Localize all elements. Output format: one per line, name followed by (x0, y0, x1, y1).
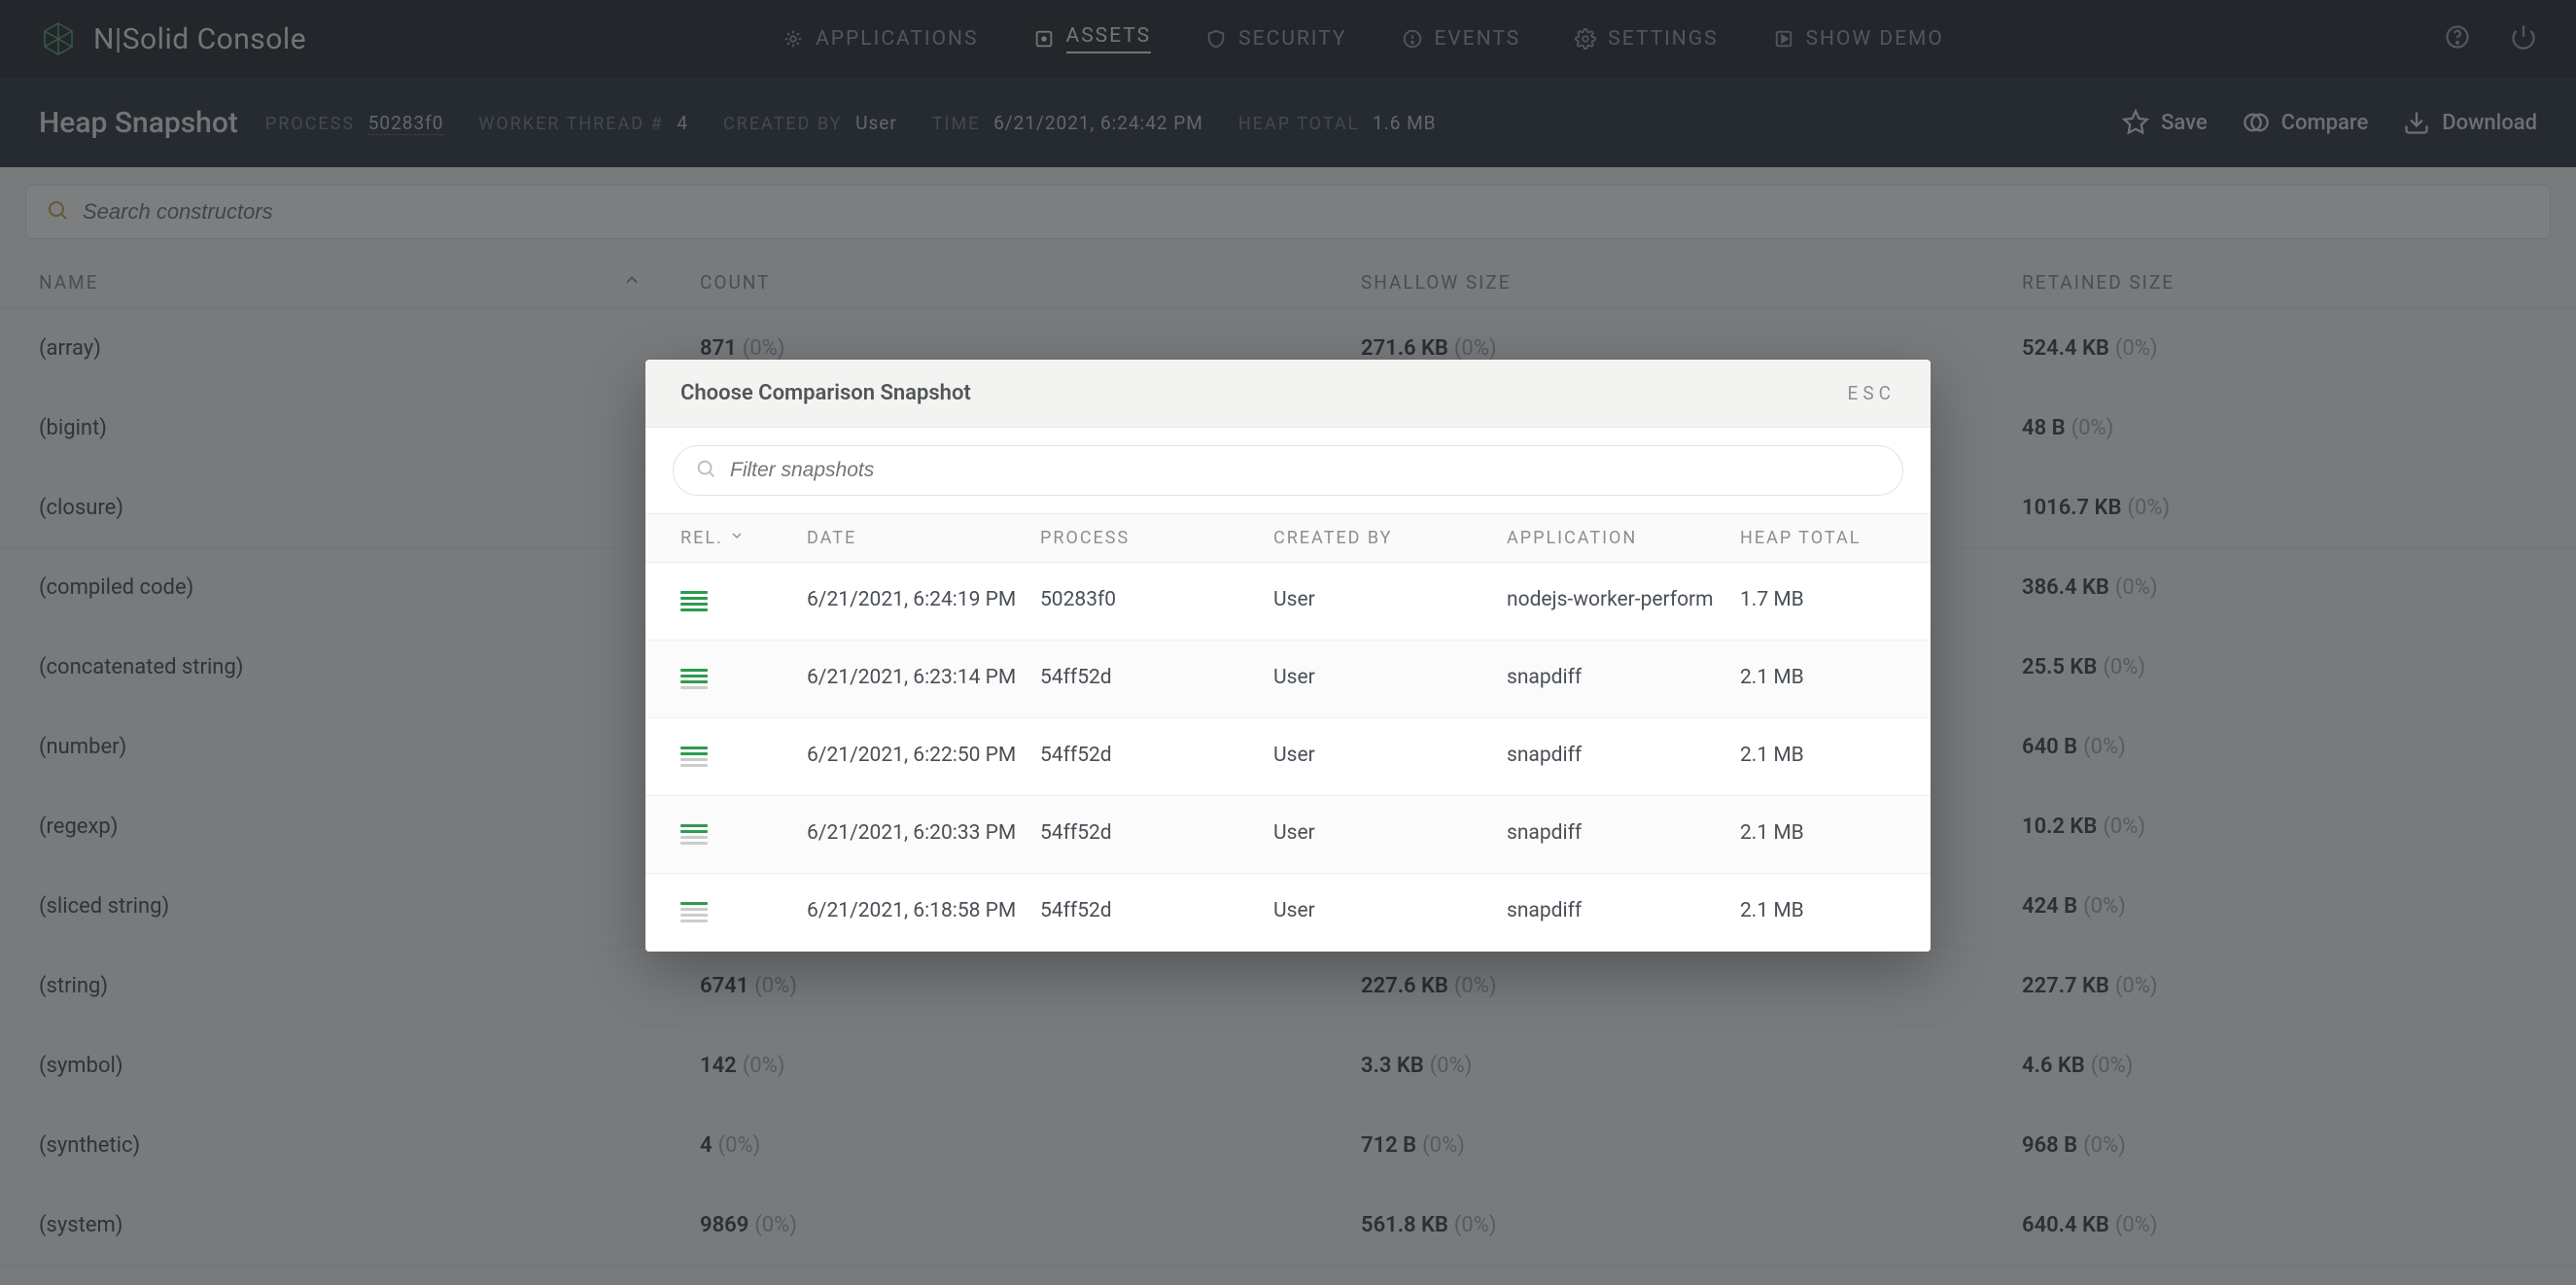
snapshot-row[interactable]: 6/21/2021, 6:20:33 PM 54ff52d User snapd… (645, 796, 1931, 874)
cell-created-by: User (1273, 899, 1507, 925)
cell-application: snapdiff (1507, 744, 1740, 770)
mcol-date[interactable]: DATE (807, 528, 1040, 548)
filter-input[interactable] (730, 459, 1881, 482)
modal-overlay[interactable]: Choose Comparison Snapshot ESC REL. DATE… (0, 0, 2576, 1285)
modal-table-header: REL. DATE PROCESS CREATED BY APPLICATION… (645, 514, 1931, 563)
cell-heap-total: 1.7 MB (1740, 588, 1915, 614)
modal-close-esc[interactable]: ESC (1848, 382, 1896, 404)
cell-created-by: User (1273, 744, 1507, 770)
compare-modal: Choose Comparison Snapshot ESC REL. DATE… (645, 360, 1931, 952)
cell-process: 54ff52d (1040, 821, 1273, 848)
mcol-process[interactable]: PROCESS (1040, 528, 1273, 548)
cell-created-by: User (1273, 666, 1507, 692)
cell-rel (680, 666, 807, 692)
cell-process: 50283f0 (1040, 588, 1273, 614)
snapshot-row[interactable]: 6/21/2021, 6:22:50 PM 54ff52d User snapd… (645, 718, 1931, 796)
cell-rel (680, 899, 807, 925)
mcol-rel[interactable]: REL. (680, 528, 807, 548)
modal-header: Choose Comparison Snapshot ESC (645, 360, 1931, 428)
cell-process: 54ff52d (1040, 666, 1273, 692)
relevance-icon (680, 902, 807, 922)
cell-application: snapdiff (1507, 821, 1740, 848)
filter-snapshots[interactable] (673, 445, 1903, 496)
relevance-icon (680, 824, 807, 845)
cell-created-by: User (1273, 821, 1507, 848)
mcol-application[interactable]: APPLICATION (1507, 528, 1740, 548)
cell-process: 54ff52d (1040, 744, 1273, 770)
cell-date: 6/21/2021, 6:23:14 PM (807, 666, 1040, 692)
cell-rel (680, 821, 807, 848)
relevance-icon (680, 591, 807, 611)
cell-date: 6/21/2021, 6:20:33 PM (807, 821, 1040, 848)
mcol-created-by[interactable]: CREATED BY (1273, 528, 1507, 548)
relevance-icon (680, 747, 807, 767)
chevron-down-icon (729, 528, 745, 548)
cell-process: 54ff52d (1040, 899, 1273, 925)
cell-rel (680, 588, 807, 614)
mcol-heap-total[interactable]: HEAP TOTAL (1740, 528, 1915, 548)
cell-rel (680, 744, 807, 770)
cell-created-by: User (1273, 588, 1507, 614)
cell-heap-total: 2.1 MB (1740, 666, 1915, 692)
cell-application: nodejs-worker-perform (1507, 588, 1740, 614)
cell-date: 6/21/2021, 6:22:50 PM (807, 744, 1040, 770)
cell-heap-total: 2.1 MB (1740, 899, 1915, 925)
cell-heap-total: 2.1 MB (1740, 744, 1915, 770)
cell-application: snapdiff (1507, 666, 1740, 692)
modal-title: Choose Comparison Snapshot (680, 381, 971, 405)
cell-application: snapdiff (1507, 899, 1740, 925)
snapshot-row[interactable]: 6/21/2021, 6:23:14 PM 54ff52d User snapd… (645, 641, 1931, 718)
cell-heap-total: 2.1 MB (1740, 821, 1915, 848)
snapshot-row[interactable]: 6/21/2021, 6:18:58 PM 54ff52d User snapd… (645, 874, 1931, 952)
cell-date: 6/21/2021, 6:24:19 PM (807, 588, 1040, 614)
search-icon (695, 458, 716, 483)
cell-date: 6/21/2021, 6:18:58 PM (807, 899, 1040, 925)
snapshot-row[interactable]: 6/21/2021, 6:24:19 PM 50283f0 User nodej… (645, 563, 1931, 641)
relevance-icon (680, 669, 807, 689)
